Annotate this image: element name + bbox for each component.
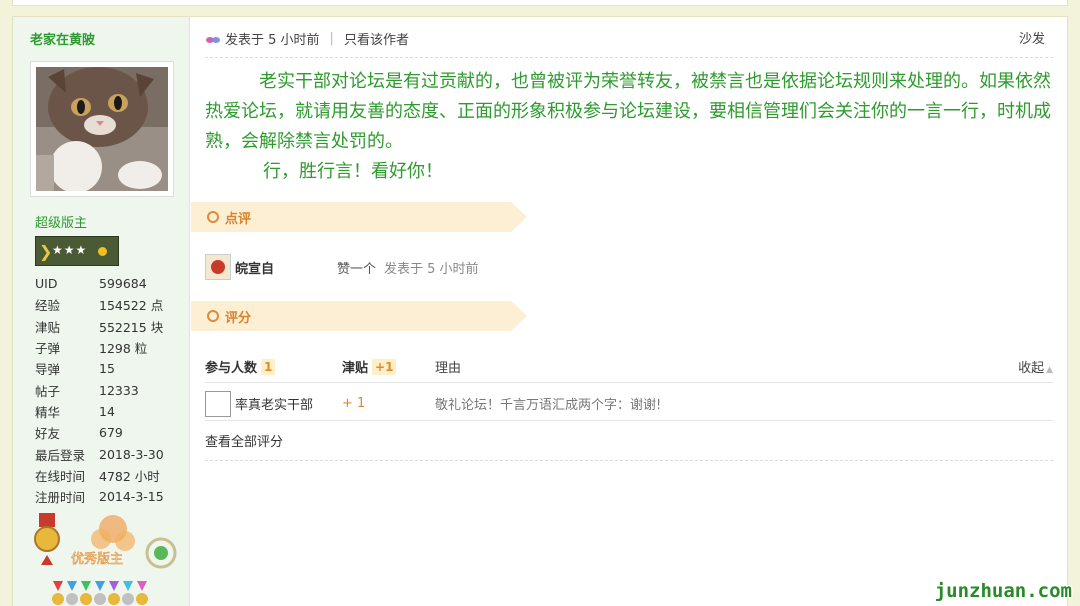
commenter-name[interactable]: 皖宣自 xyxy=(235,258,337,277)
comment-text: 赞一个 xyxy=(337,261,377,277)
caret-up-icon: ▲ xyxy=(1046,365,1053,375)
post-meta: 发表于 5 小时前 | 只看该作者 xyxy=(205,29,409,48)
stat-online-time: 在线时间 4782 小时 xyxy=(35,468,160,484)
circle-icon xyxy=(207,211,219,223)
rater-avatar[interactable] xyxy=(205,390,231,417)
stat-bullets: 子弹 1298 粒 xyxy=(35,341,148,357)
meta-divider: | xyxy=(329,31,334,46)
post-content: 老实干部对论坛是有过贡献的，也曾被评为荣誉转友，被禁言也是依据论坛规则来处理的。… xyxy=(205,67,1055,187)
participants-header: 参与人数 1 xyxy=(205,357,342,376)
user-sidebar: 老家在黄陂 超级版主 ❯ ★★★ UID 599684 经验 154522 点 … xyxy=(13,17,190,606)
floor-number[interactable]: 沙发 xyxy=(1019,28,1045,47)
author-only-link[interactable]: 只看该作者 xyxy=(344,29,409,48)
stat-exp: 经验 154522 点 xyxy=(35,298,164,314)
stat-missiles: 导弹 15 xyxy=(35,361,115,378)
post-paragraph-2: 行，胜行言！看好你！ xyxy=(263,161,443,182)
comment-time: 发表于 5 小时前 xyxy=(384,261,479,277)
collapse-button[interactable]: 收起 ▲ xyxy=(1018,357,1053,376)
post-card: 老家在黄陂 超级版主 ❯ ★★★ UID 599684 经验 154522 点 … xyxy=(12,16,1068,606)
site-watermark: junzhuan.com xyxy=(934,580,1072,602)
online-status-icon xyxy=(205,34,221,44)
meta-divider-line xyxy=(205,57,1053,58)
comments-section-header: 点评 xyxy=(191,202,527,232)
allowance-total: +1 xyxy=(372,358,397,375)
username-link[interactable]: 老家在黄陂 xyxy=(30,29,95,48)
reason-header: 理由 xyxy=(435,361,462,376)
avatar[interactable] xyxy=(30,61,174,197)
stat-allowance: 津贴 552215 块 xyxy=(35,319,164,335)
user-stats: UID 599684 经验 154522 点 津贴 552215 块 子弹 1298 粒… xyxy=(35,273,164,507)
participants-count: 1 xyxy=(261,358,276,375)
post-paragraph-1: 老实干部对论坛是有过贡献的，也曾被评为荣誉转友，被禁言也是依据论坛规则来处理的。… xyxy=(205,71,1051,152)
section-divider xyxy=(205,460,1053,461)
view-all-ratings-link[interactable]: 查看全部评分 xyxy=(205,431,283,450)
allowance-header: 津贴 +1 xyxy=(342,357,435,376)
stat-digest[interactable]: 精华 14 xyxy=(35,401,164,422)
post-time: 发表于 5 小时前 xyxy=(225,33,320,48)
rating-reason: 敬礼论坛！千言万语汇成两个字：谢谢! xyxy=(435,398,662,413)
stat-last-login: 最后登录 2018-3-30 xyxy=(35,446,164,463)
stat-register-time: 注册时间 2014-3-15 xyxy=(35,489,164,506)
post-main: 发表于 5 小时前 | 只看该作者 沙发 老实干部对论坛是有过贡献的，也曾被评为… xyxy=(191,17,1067,606)
stat-uid: UID 599684 xyxy=(35,276,147,292)
medal-icons[interactable]: 优秀版主 xyxy=(33,509,183,606)
stat-friends[interactable]: 好友 679 xyxy=(35,422,164,443)
commenter-avatar[interactable] xyxy=(205,254,231,280)
rank-badge-icon: ❯ ★★★ xyxy=(35,236,119,266)
rater-name[interactable]: 率真老实干部 xyxy=(235,394,342,413)
user-group[interactable]: 超级版主 xyxy=(35,212,87,231)
rating-value: + 1 xyxy=(342,396,366,411)
rating-table-header: 参与人数 1 津贴 +1 理由 收起 ▲ xyxy=(205,351,1053,383)
rating-row: 率真老实干部 + 1 敬礼论坛！千言万语汇成两个字：谢谢! xyxy=(205,387,1053,421)
previous-post-edge xyxy=(12,0,1068,6)
comment-item: 皖宣自 赞一个 发表于 5 小时前 xyxy=(205,254,479,280)
rating-section-header: 评分 xyxy=(191,301,527,331)
stat-posts[interactable]: 帖子 12333 xyxy=(35,379,164,400)
circle-icon xyxy=(207,310,219,322)
svg-text:优秀版主: 优秀版主 xyxy=(71,552,123,567)
